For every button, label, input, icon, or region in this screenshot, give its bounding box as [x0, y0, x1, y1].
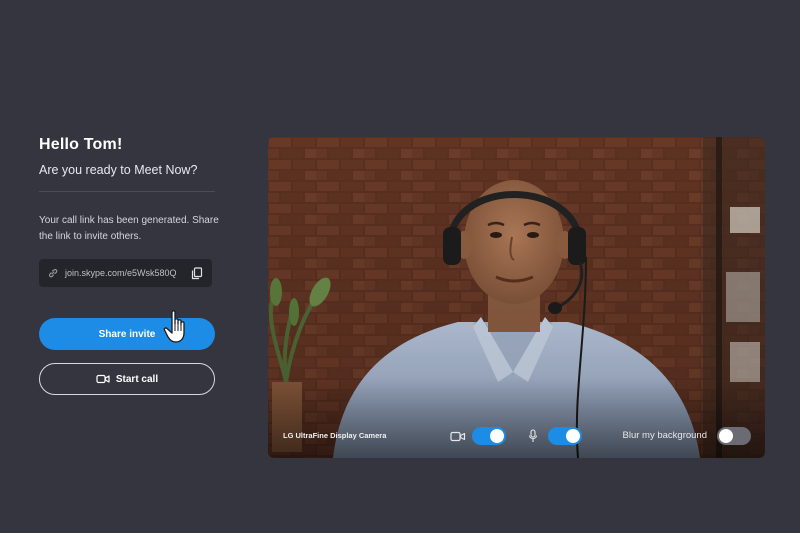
greeting-title: Hello Tom! — [39, 136, 123, 153]
copy-icon[interactable] — [190, 266, 204, 280]
video-toggle-knob — [490, 429, 504, 443]
blur-background-toggle[interactable] — [717, 427, 751, 445]
call-link-field[interactable]: join.skype.com/e5Wsk580Q — [39, 259, 212, 287]
meet-now-panel: Hello Tom! Are you ready to Meet Now? Yo… — [39, 136, 219, 287]
camera-preview-image — [268, 137, 765, 458]
camera-name: LG UltraFine Display Camera — [283, 431, 387, 440]
video-toggle[interactable] — [472, 427, 506, 445]
camera-preview: LG UltraFine Display Camera Blur my back… — [268, 137, 765, 458]
start-call-button[interactable]: Start call — [39, 363, 215, 395]
call-link-text: join.skype.com/e5Wsk580Q — [65, 268, 177, 278]
camera-icon — [450, 429, 466, 443]
microphone-icon — [525, 429, 541, 443]
start-call-label: Start call — [115, 373, 159, 385]
share-invite-label: Share invite — [98, 328, 156, 340]
greeting-subtitle: Are you ready to Meet Now? — [39, 163, 198, 177]
link-icon — [47, 267, 59, 279]
blur-background-label: Blur my background — [622, 430, 707, 441]
camera-controls-bar: LG UltraFine Display Camera Blur my back… — [268, 418, 765, 458]
mic-toggle-knob — [566, 429, 580, 443]
share-invite-button[interactable]: Share invite — [39, 318, 215, 350]
video-camera-icon — [96, 374, 110, 384]
divider — [39, 191, 215, 192]
blur-toggle-knob — [719, 429, 733, 443]
call-link-info: Your call link has been generated. Share… — [39, 215, 219, 242]
mic-toggle[interactable] — [548, 427, 582, 445]
